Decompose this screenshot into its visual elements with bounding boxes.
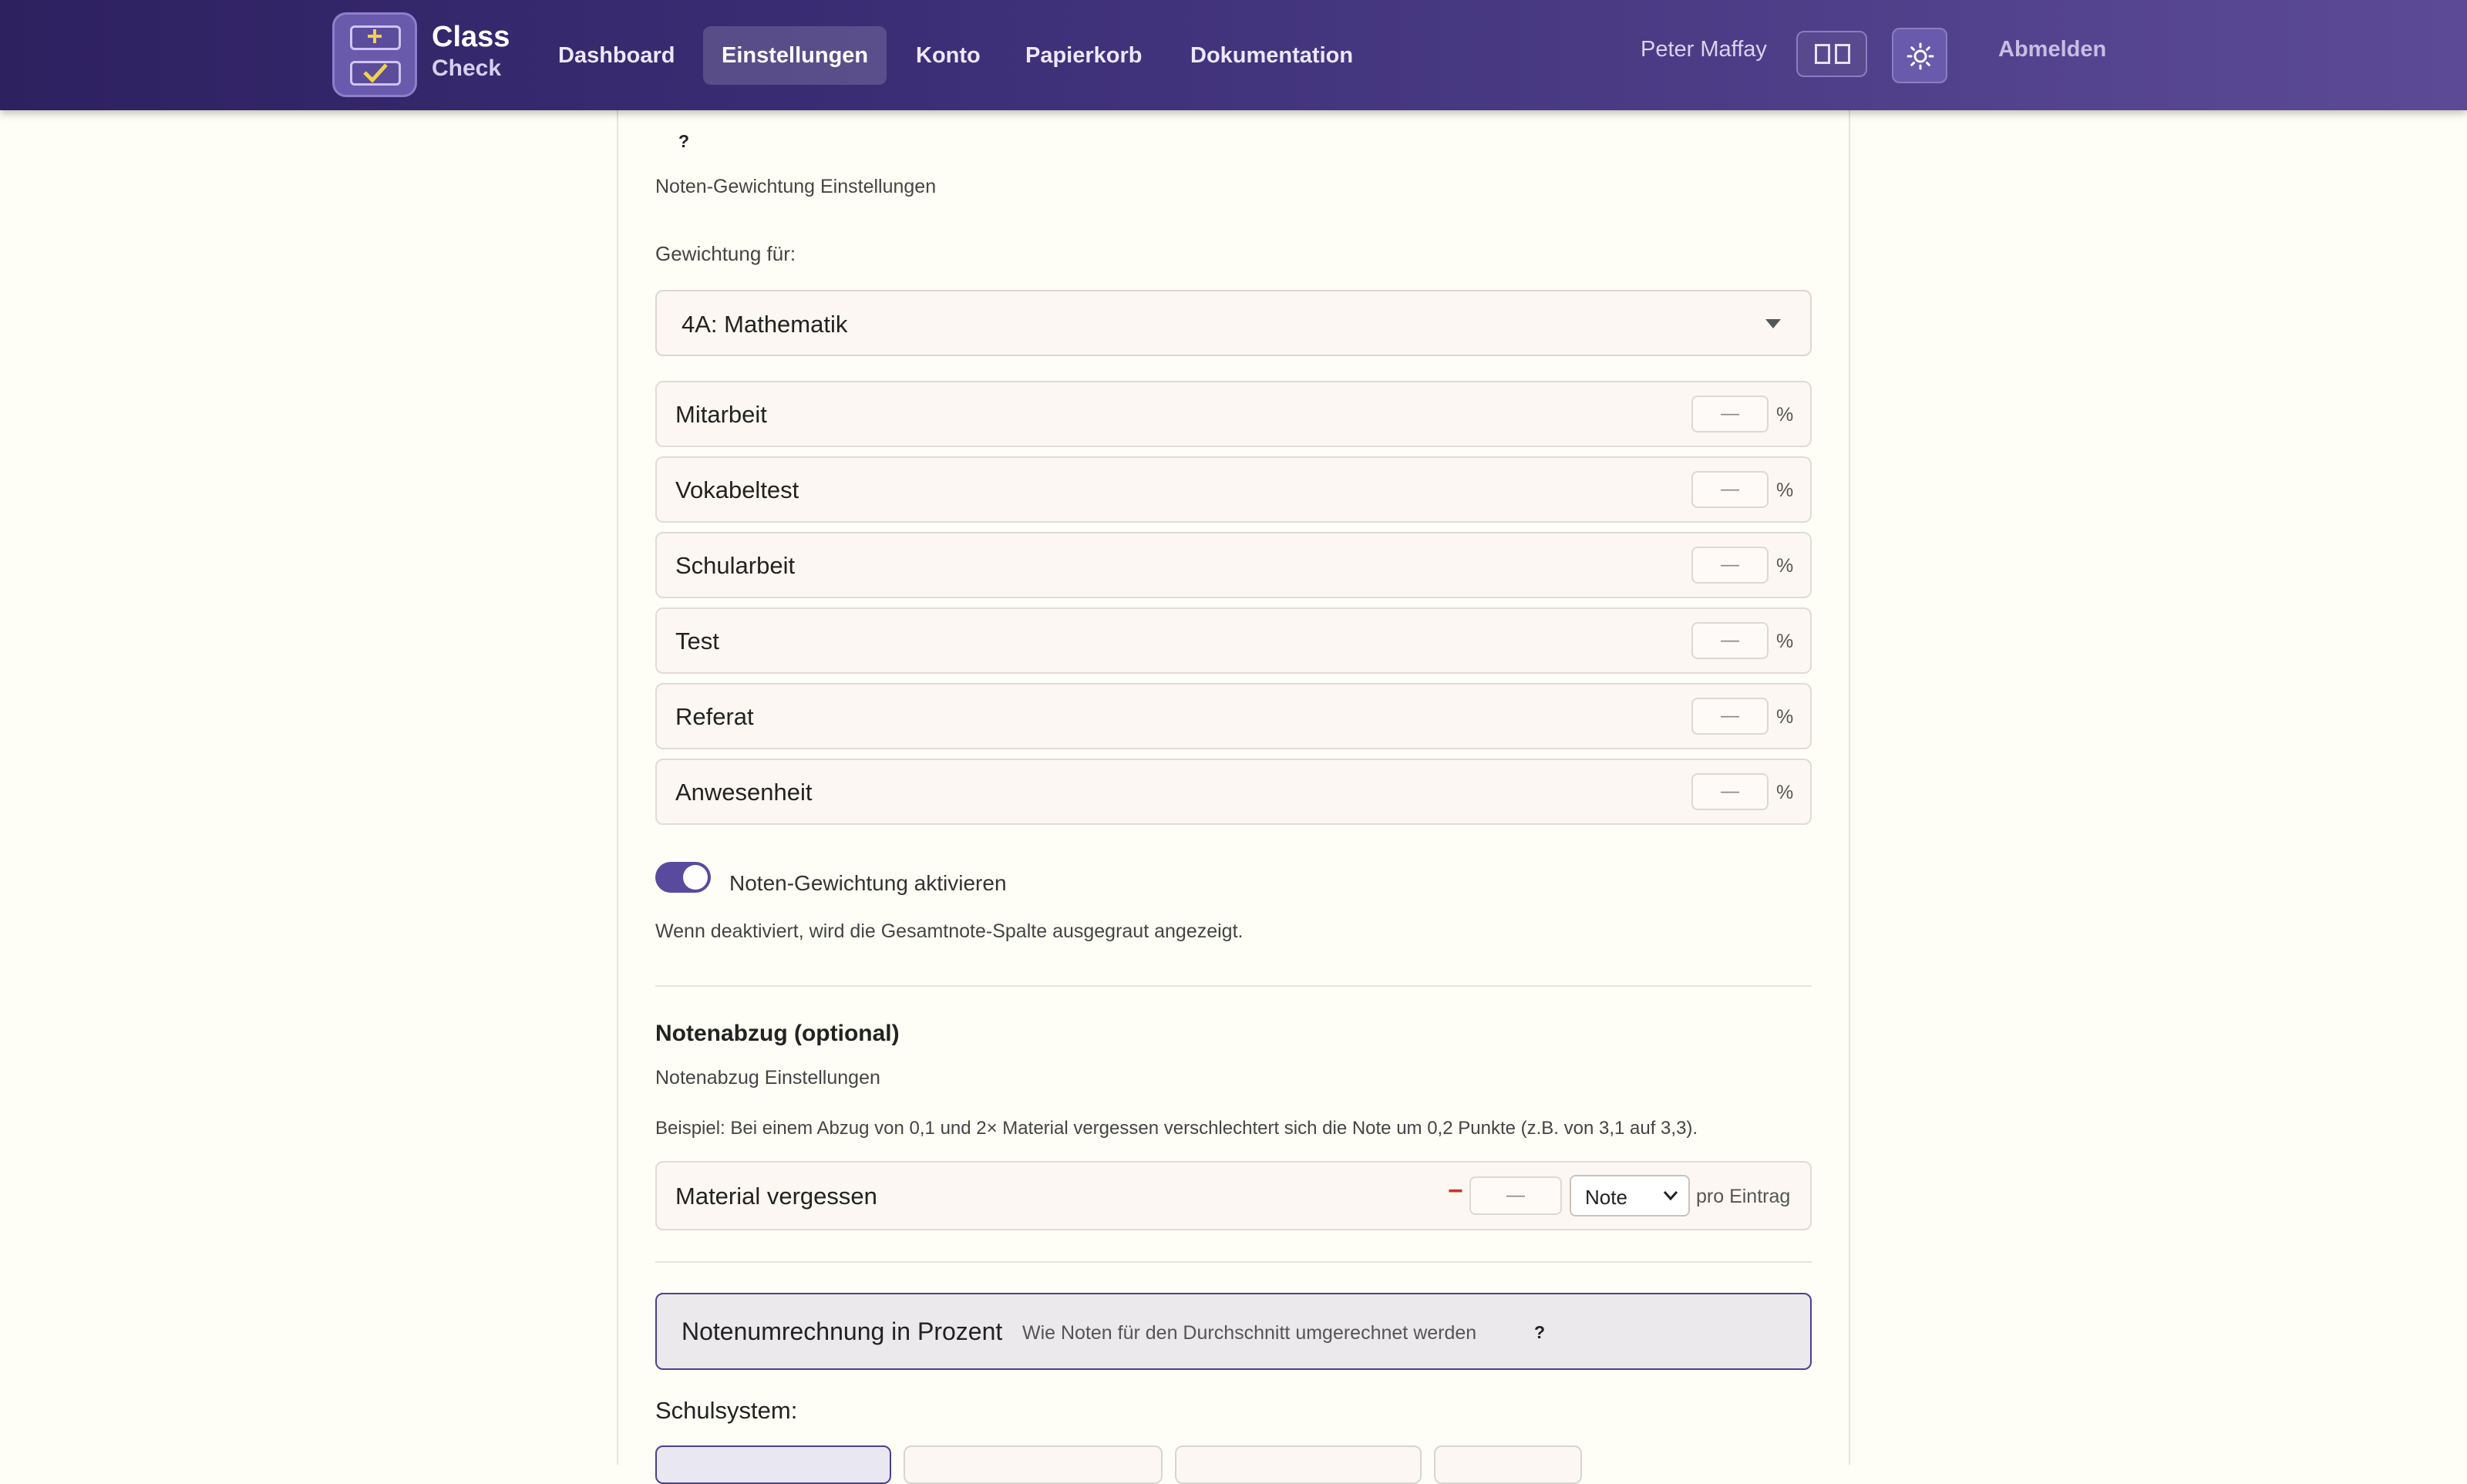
nav-konto[interactable]: Konto xyxy=(897,26,999,85)
nav-dokumentation[interactable]: Dokumentation xyxy=(1172,26,1371,85)
weight-input-schularbeit[interactable]: — xyxy=(1691,547,1769,584)
deduction-subtitle: Notenabzug Einstellungen xyxy=(655,1067,880,1089)
weight-category-name: Anwesenheit xyxy=(675,779,813,806)
section-divider xyxy=(655,1261,1812,1263)
percent-sign: % xyxy=(1776,555,1794,577)
deduction-unit-select[interactable]: Note xyxy=(1570,1175,1690,1216)
weighting-subtitle: Noten-Gewichtung Einstellungen xyxy=(655,176,937,197)
weighting-toggle-label: Noten-Gewichtung aktivieren xyxy=(729,871,1007,895)
weighting-toggle[interactable] xyxy=(655,862,711,893)
weight-row-anwesenheit: Anwesenheit — % xyxy=(655,759,1812,825)
logout-link[interactable]: Abmelden xyxy=(1998,37,2106,62)
weighting-for-label: Gewichtung für: xyxy=(655,242,796,265)
weight-category-name: Mitarbeit xyxy=(675,401,767,428)
weight-input-referat[interactable]: — xyxy=(1691,698,1769,735)
school-system-label: Schulsystem: xyxy=(655,1397,798,1424)
school-system-option[interactable] xyxy=(904,1445,1163,1484)
class-select[interactable]: 4A: Mathematik xyxy=(655,290,1812,356)
school-system-option[interactable] xyxy=(1434,1445,1582,1484)
conversion-description: Wie Noten für den Durchschnitt umgerechn… xyxy=(1022,1322,1477,1344)
nav-papierkorb[interactable]: Papierkorb xyxy=(1007,26,1161,85)
weight-row-vokabeltest: Vokabeltest — % xyxy=(655,456,1812,523)
nav-einstellungen[interactable]: Einstellungen xyxy=(703,26,887,85)
nav-dashboard[interactable]: Dashboard xyxy=(540,26,693,85)
conversion-section-header[interactable]: Notenumrechnung in Prozent Wie Noten für… xyxy=(655,1293,1812,1370)
percent-sign: % xyxy=(1776,480,1794,501)
weight-row-mitarbeit: Mitarbeit — % xyxy=(655,381,1812,447)
sun-icon[interactable] xyxy=(1892,28,1947,83)
percent-sign: % xyxy=(1776,782,1794,803)
app-title[interactable]: Class xyxy=(432,22,510,52)
conversion-title: Notenumrechnung in Prozent xyxy=(682,1317,1003,1345)
percent-sign: % xyxy=(1776,631,1794,652)
school-system-option[interactable] xyxy=(1175,1445,1422,1484)
chevron-down-icon xyxy=(1765,319,1781,328)
deduction-row-material: Material vergessen − — Note pro Eintrag xyxy=(655,1161,1812,1230)
deduction-name: Material vergessen xyxy=(675,1183,877,1210)
deduction-value-input[interactable]: — xyxy=(1469,1176,1562,1215)
percent-sign: % xyxy=(1776,706,1794,728)
section-divider xyxy=(655,985,1812,987)
conversion-help-icon[interactable]: ? xyxy=(1534,1322,1545,1343)
weight-input-anwesenheit[interactable]: — xyxy=(1691,773,1769,810)
school-system-option[interactable] xyxy=(655,1445,891,1484)
weight-input-test[interactable]: — xyxy=(1691,622,1769,659)
weight-input-mitarbeit[interactable]: — xyxy=(1691,395,1769,432)
user-name: Peter Maffay xyxy=(1641,37,1767,62)
deduction-example: Beispiel: Bei einem Abzug von 0,1 und 2×… xyxy=(655,1118,1698,1139)
weight-category-name: Test xyxy=(675,628,719,655)
deduction-unit-value: Note xyxy=(1585,1186,1627,1209)
top-navigation-bar: Class Check Dashboard Einstellungen Kont… xyxy=(0,0,2467,110)
percent-sign: % xyxy=(1776,404,1794,426)
calculator-check-icon[interactable] xyxy=(332,12,417,97)
columns-layout-icon[interactable] xyxy=(1796,31,1867,77)
weighting-help-icon[interactable]: ? xyxy=(678,131,689,152)
minus-icon: − xyxy=(1448,1176,1463,1206)
deduction-suffix: pro Eintrag xyxy=(1696,1186,1791,1207)
app-subtitle[interactable]: Check xyxy=(432,56,501,82)
class-select-value: 4A: Mathematik xyxy=(682,311,848,338)
weight-category-name: Vokabeltest xyxy=(675,476,799,503)
weight-row-test: Test — % xyxy=(655,607,1812,674)
weight-category-name: Schularbeit xyxy=(675,552,796,579)
weight-input-vokabeltest[interactable]: — xyxy=(1691,471,1769,508)
deduction-title: Notenabzug (optional) xyxy=(655,1021,900,1046)
chevron-down-icon xyxy=(1662,1184,1679,1212)
weight-category-name: Referat xyxy=(675,703,754,730)
weight-row-schularbeit: Schularbeit — % xyxy=(655,532,1812,598)
weight-row-referat: Referat — % xyxy=(655,683,1812,749)
weighting-toggle-hint: Wenn deaktiviert, wird die Gesamtnote-Sp… xyxy=(655,920,1244,942)
